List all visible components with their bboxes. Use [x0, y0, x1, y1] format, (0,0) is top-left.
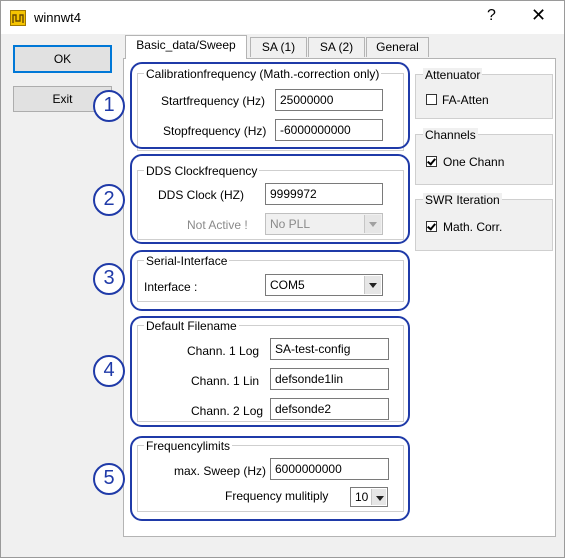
annotation-marker: 2 [93, 184, 125, 216]
annotation-box [130, 316, 410, 427]
annotation-marker: 4 [93, 355, 125, 387]
tab-sa-1[interactable]: SA (1) [250, 37, 307, 57]
title-bar: winnwt4 ? ✕ [1, 1, 564, 34]
annotation-box [130, 62, 410, 149]
one-chann-checkbox[interactable] [426, 156, 437, 167]
fa-atten-label: FA-Atten [442, 93, 489, 107]
annotation-box [130, 250, 410, 311]
attenuator-group-title: Attenuator [423, 68, 483, 82]
annotation-marker: 1 [93, 90, 125, 122]
tab-basic-data-sweep[interactable]: Basic_data/Sweep [125, 35, 247, 59]
window-title: winnwt4 [34, 10, 81, 25]
close-icon[interactable]: ✕ [531, 5, 546, 26]
math-corr-checkbox[interactable] [426, 221, 437, 232]
annotation-marker: 5 [93, 463, 125, 495]
tab-general[interactable]: General [366, 37, 429, 57]
annotation-box [130, 154, 410, 244]
app-icon [10, 10, 26, 26]
one-chann-label: One Chann [443, 155, 505, 169]
tab-sa-2[interactable]: SA (2) [308, 37, 365, 57]
annotation-marker: 3 [93, 263, 125, 295]
math-corr-label: Math. Corr. [443, 220, 503, 234]
dialog-window: winnwt4 ? ✕ OK Exit Basic_data/Sweep SA … [0, 0, 565, 558]
fa-atten-checkbox[interactable] [426, 94, 437, 105]
channels-group-title: Channels [423, 128, 478, 142]
swr-group-title: SWR Iteration [423, 193, 502, 207]
annotation-box [130, 436, 410, 521]
help-icon[interactable]: ? [487, 7, 496, 25]
ok-button[interactable]: OK [13, 45, 112, 73]
